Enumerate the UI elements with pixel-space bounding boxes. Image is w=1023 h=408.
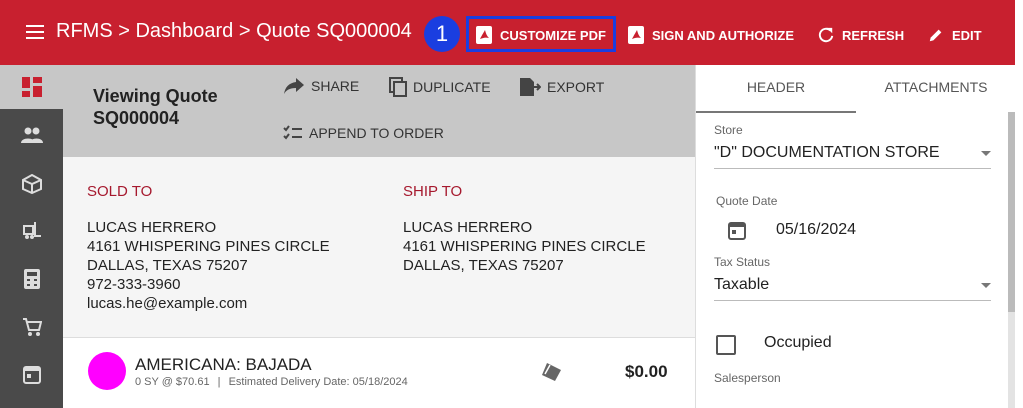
store-label: Store: [714, 123, 743, 137]
sold-to-name: LUCAS HERRERO: [87, 219, 217, 236]
sidebar-item-products[interactable]: [0, 162, 63, 206]
calendar-icon: [22, 366, 41, 384]
line-item-details: 0 SY @ $70.61 | Estimated Delivery Date:…: [135, 376, 408, 388]
quote-date-input[interactable]: 05/16/2024: [776, 221, 856, 239]
tab-attachments[interactable]: ATTACHMENTS: [856, 65, 1016, 111]
tab-header[interactable]: HEADER: [696, 65, 856, 113]
sold-to-city: DALLAS, TEXAS 75207: [87, 257, 248, 274]
scrollbar-thumb[interactable]: [1008, 112, 1015, 312]
sold-to-email: lucas.he@example.com: [87, 295, 248, 312]
step-badge: 1: [424, 16, 460, 52]
export-label: EXPORT: [547, 79, 605, 95]
share-button[interactable]: SHARE: [283, 77, 359, 95]
line-item-delivery: Estimated Delivery Date: 05/18/2024: [228, 376, 408, 388]
top-app-bar: RFMS > Dashboard > Quote SQ000004 1 CUST…: [0, 0, 1015, 65]
salesperson-label: Salesperson: [714, 371, 781, 385]
refresh-label: REFRESH: [842, 27, 905, 43]
box-icon: [21, 174, 42, 194]
page-title: Viewing Quote SQ000004: [93, 85, 253, 129]
line-item-price: $0.00: [625, 362, 668, 381]
edit-button[interactable]: EDIT: [928, 26, 982, 44]
hamburger-menu-icon[interactable]: [26, 25, 44, 39]
export-icon: [520, 78, 541, 96]
tax-status-underline: [714, 300, 991, 301]
line-item[interactable]: AMERICANA: BAJADA 0 SY @ $70.61 | Estima…: [63, 338, 695, 408]
tax-status-label: Tax Status: [714, 255, 771, 269]
chevron-down-icon[interactable]: [981, 151, 991, 156]
ship-to-address: LUCAS HERRERO 4161 WHISPERING PINES CIRC…: [403, 218, 646, 275]
edit-label: EDIT: [952, 27, 982, 43]
store-underline: [714, 168, 991, 169]
occupied-label: Occupied: [764, 334, 832, 351]
ship-to-city: DALLAS, TEXAS 75207: [403, 257, 564, 274]
sidebar: [0, 65, 63, 408]
dashboard-icon: [21, 77, 42, 97]
export-button[interactable]: EXPORT: [519, 77, 604, 97]
sidebar-item-customers[interactable]: [0, 113, 63, 157]
cart-icon: [22, 318, 42, 336]
line-item-qty-price: 0 SY @ $70.61: [135, 376, 210, 388]
page-title-line1: Viewing Quote: [93, 86, 218, 106]
sign-authorize-button[interactable]: SIGN AND AUTHORIZE: [628, 26, 794, 44]
pdf-icon: [628, 26, 644, 44]
refresh-button[interactable]: REFRESH: [818, 26, 904, 44]
ship-to-street: 4161 WHISPERING PINES CIRCLE: [403, 238, 646, 255]
share-icon: [284, 78, 304, 94]
ship-to-name: LUCAS HERRERO: [403, 219, 533, 236]
append-to-order-button[interactable]: APPEND TO ORDER: [283, 125, 444, 141]
product-color-swatch: [88, 352, 126, 390]
sidebar-item-orders[interactable]: [0, 305, 63, 349]
sidebar-item-calculator[interactable]: [0, 257, 63, 301]
chevron-down-icon[interactable]: [981, 283, 991, 288]
tax-status-select[interactable]: Taxable: [714, 276, 769, 294]
breadcrumb: RFMS > Dashboard > Quote SQ000004: [56, 20, 412, 42]
store-select[interactable]: "D" DOCUMENTATION STORE: [714, 144, 940, 162]
sidebar-item-schedule[interactable]: [0, 352, 63, 396]
quote-content: SOLD TO LUCAS HERRERO 4161 WHISPERING PI…: [63, 157, 695, 408]
pencil-icon: [929, 29, 942, 42]
people-icon: [20, 127, 43, 143]
sign-authorize-label: SIGN AND AUTHORIZE: [652, 27, 795, 43]
header-panel: HEADER ATTACHMENTS Store "D" DOCUMENTATI…: [695, 65, 1009, 408]
checklist-icon: [283, 125, 302, 140]
refresh-icon: [818, 27, 834, 43]
append-to-order-label: APPEND TO ORDER: [309, 125, 444, 141]
tag-icon[interactable]: [541, 362, 563, 382]
quote-toolbar: Viewing Quote SQ000004 SHARE DUPLICATE E…: [63, 65, 695, 157]
calculator-icon: [23, 269, 40, 289]
sidebar-item-inventory[interactable]: [0, 208, 63, 252]
panel-scrollbar[interactable]: [1008, 112, 1015, 408]
page-title-line2: SQ000004: [93, 108, 180, 128]
line-item-title: AMERICANA: BAJADA: [135, 355, 312, 374]
quote-date-label: Quote Date: [716, 194, 778, 208]
sidebar-item-dashboard[interactable]: [0, 65, 63, 109]
sold-to-phone: 972-333-3960: [87, 276, 181, 293]
duplicate-icon: [389, 77, 407, 97]
sold-to-heading: SOLD TO: [87, 183, 153, 200]
ship-to-heading: SHIP TO: [403, 183, 463, 200]
sold-to-street: 4161 WHISPERING PINES CIRCLE: [87, 238, 330, 255]
line-item-separator: |: [217, 376, 221, 388]
sold-to-address: LUCAS HERRERO 4161 WHISPERING PINES CIRC…: [87, 218, 330, 313]
highlight-box: [466, 16, 616, 52]
calendar-icon[interactable]: [728, 220, 746, 240]
duplicate-button[interactable]: DUPLICATE: [389, 77, 491, 97]
occupied-checkbox[interactable]: [716, 335, 736, 355]
share-label: SHARE: [311, 78, 360, 94]
duplicate-label: DUPLICATE: [413, 79, 491, 95]
forklift-icon: [22, 222, 41, 239]
